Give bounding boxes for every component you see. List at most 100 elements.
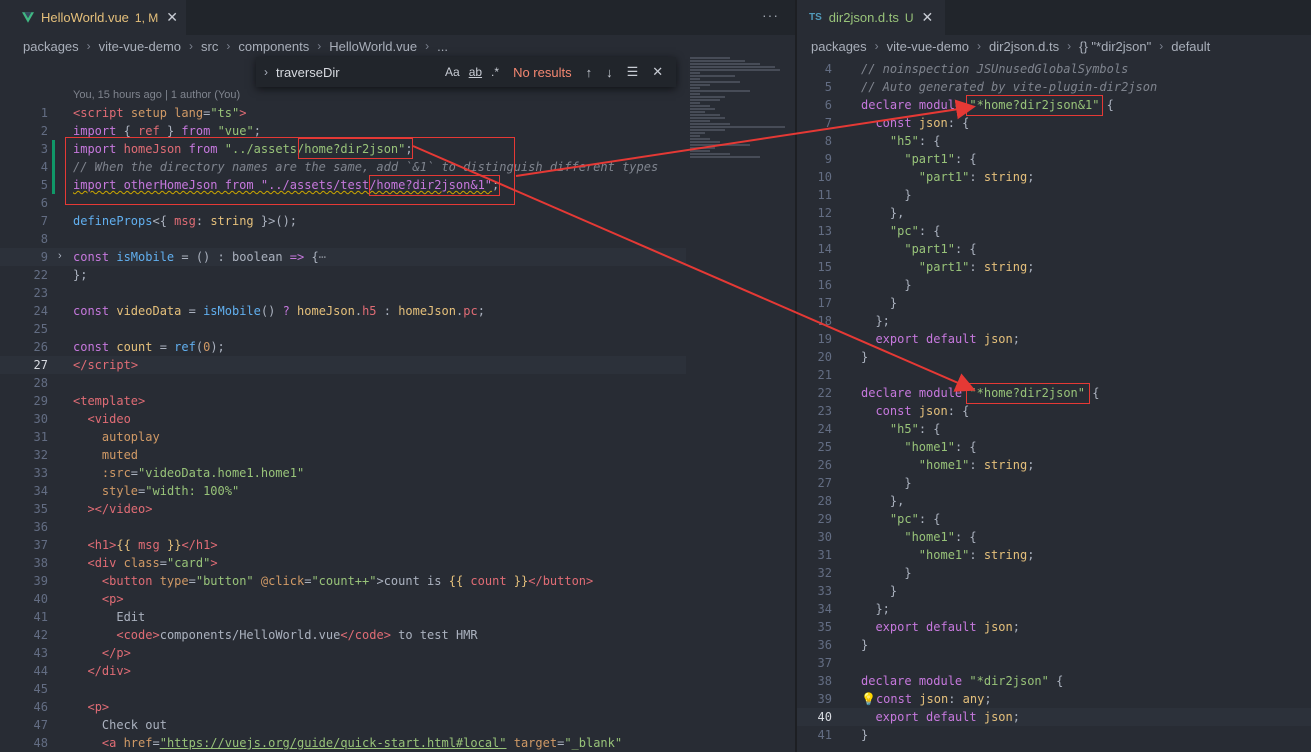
code-line[interactable]: 25 "home1": { xyxy=(797,438,1311,456)
code-line[interactable]: 16 } xyxy=(797,276,1311,294)
code-line[interactable]: 10 "part1": string; xyxy=(797,168,1311,186)
code-text: autoplay xyxy=(73,428,160,446)
more-actions-icon[interactable]: ··· xyxy=(762,7,779,23)
code-line[interactable]: 36 xyxy=(0,518,686,536)
code-line[interactable]: 47 Check out xyxy=(0,716,686,734)
code-line[interactable]: 8 "h5": { xyxy=(797,132,1311,150)
arrow-down-icon[interactable]: ↓ xyxy=(606,65,613,80)
minimap[interactable] xyxy=(686,57,786,177)
code-line[interactable]: 19 export default json; xyxy=(797,330,1311,348)
code-line[interactable]: 17 } xyxy=(797,294,1311,312)
code-line[interactable]: 13 "pc": { xyxy=(797,222,1311,240)
code-line[interactable]: 5 // Auto generated by vite-plugin-dir2js… xyxy=(797,78,1311,96)
code-line[interactable]: 42 <code>components/HelloWorld.vue</code… xyxy=(0,626,686,644)
code-line[interactable]: 26 const count = ref(0); xyxy=(0,338,686,356)
code-line[interactable]: 26 "home1": string; xyxy=(797,456,1311,474)
code-line[interactable]: 40 <p> xyxy=(0,590,686,608)
code-line[interactable]: 3 import homeJson from "../assets/home?di… xyxy=(0,140,686,158)
code-line[interactable]: 40 export default json; xyxy=(797,708,1311,726)
code-line[interactable]: 22 declare module "*home?dir2json" { xyxy=(797,384,1311,402)
code-line[interactable]: 38 <div class="card"> xyxy=(0,554,686,572)
code-line[interactable]: 1 <script setup lang="ts"> xyxy=(0,104,686,122)
code-line[interactable]: 28 xyxy=(0,374,686,392)
code-line[interactable]: 34 style="width: 100%" xyxy=(0,482,686,500)
code-text: :src="videoData.home1.home1" xyxy=(73,464,304,482)
code-line[interactable]: 9 "part1": { xyxy=(797,150,1311,168)
code-line[interactable]: 43 </p> xyxy=(0,644,686,662)
code-line[interactable]: 6 xyxy=(0,194,686,212)
line-number: 7 xyxy=(40,214,48,228)
code-line[interactable]: 29 "pc": { xyxy=(797,510,1311,528)
code-line[interactable]: 2 import { ref } from "vue"; xyxy=(0,122,686,140)
code-line[interactable]: 9 const isMobile = () : boolean => {⋯ xyxy=(0,248,686,266)
left-code-area[interactable]: 1 <script setup lang="ts"> 2 import { ref }… xyxy=(0,0,690,752)
match-word-toggle[interactable]: ab xyxy=(469,65,482,79)
code-line[interactable]: 15 "part1": string; xyxy=(797,258,1311,276)
close-icon[interactable]: ✕ xyxy=(652,64,663,80)
code-line[interactable]: 20} xyxy=(797,348,1311,366)
code-line[interactable]: 31 "home1": string; xyxy=(797,546,1311,564)
code-line[interactable]: 21 xyxy=(797,366,1311,384)
match-case-toggle[interactable]: Aa xyxy=(445,65,460,79)
code-line[interactable]: 4 // When the directory names are the sam… xyxy=(0,158,686,176)
code-line[interactable]: 44 </div> xyxy=(0,662,686,680)
code-line[interactable]: 7 defineProps<{ msg: string }>(); xyxy=(0,212,686,230)
code-line[interactable]: 11 } xyxy=(797,186,1311,204)
minimap-line xyxy=(690,57,730,59)
code-line[interactable]: 41 Edit xyxy=(0,608,686,626)
code-token: }} xyxy=(159,538,182,552)
code-line[interactable]: 7 const json: { xyxy=(797,114,1311,132)
code-line[interactable]: 24 const videoData = isMobile() ? homeJso… xyxy=(0,302,686,320)
code-line[interactable]: 23 const json: { xyxy=(797,402,1311,420)
code-line[interactable]: 32 muted xyxy=(0,446,686,464)
code-line[interactable]: 41} xyxy=(797,726,1311,744)
code-line[interactable]: 35 export default json; xyxy=(797,618,1311,636)
fold-chevron-icon[interactable]: › xyxy=(58,250,62,262)
find-input[interactable]: traverseDir xyxy=(276,65,436,80)
code-line[interactable]: 37 xyxy=(797,654,1311,672)
code-line[interactable]: 12 }, xyxy=(797,204,1311,222)
code-text: ></video> xyxy=(73,500,152,518)
code-line[interactable]: 33 :src="videoData.home1.home1" xyxy=(0,464,686,482)
code-line[interactable]: 22}; xyxy=(0,266,686,284)
code-line[interactable]: 37 <h1>{{ msg }}</h1> xyxy=(0,536,686,554)
code-line[interactable]: 38 declare module "*dir2json" { xyxy=(797,672,1311,690)
arrow-up-icon[interactable]: ↑ xyxy=(586,65,593,80)
code-line[interactable]: 5 import otherHomeJson from "../assets/te… xyxy=(0,176,686,194)
code-line[interactable]: 31 autoplay xyxy=(0,428,686,446)
code-line[interactable]: 27 } xyxy=(797,474,1311,492)
code-line[interactable]: 24 "h5": { xyxy=(797,420,1311,438)
code-line[interactable]: 23 xyxy=(0,284,686,302)
code-line[interactable]: 27 </script> xyxy=(0,356,686,374)
code-line[interactable]: 39 💡const json: any; xyxy=(797,690,1311,708)
code-line[interactable]: 4 // noinspection JSUnusedGlobalSymbols xyxy=(797,60,1311,78)
right-code-area[interactable]: 4 // noinspection JSUnusedGlobalSymbols 5 /… xyxy=(797,0,1311,752)
code-line[interactable]: 32 } xyxy=(797,564,1311,582)
code-line[interactable]: 34 }; xyxy=(797,600,1311,618)
code-line[interactable]: 18 }; xyxy=(797,312,1311,330)
regex-toggle[interactable]: .* xyxy=(491,65,499,79)
code-line[interactable]: 29 <template> xyxy=(0,392,686,410)
selection-icon[interactable]: ☰ xyxy=(627,64,639,80)
code-line[interactable]: 45 xyxy=(0,680,686,698)
code-line[interactable]: 30 <video xyxy=(0,410,686,428)
code-line[interactable]: 39 <button type="button" @click="count++… xyxy=(0,572,686,590)
code-line[interactable]: 36} xyxy=(797,636,1311,654)
code-line[interactable]: 8 xyxy=(0,230,686,248)
code-line[interactable]: 33 } xyxy=(797,582,1311,600)
code-token: default xyxy=(926,332,977,346)
chevron-right-icon[interactable]: › xyxy=(264,65,268,79)
code-line[interactable]: 35 ></video> xyxy=(0,500,686,518)
code-text: <script setup lang="ts"> xyxy=(73,104,246,122)
minimap-line xyxy=(690,141,720,143)
code-line[interactable]: 6 declare module "*home?dir2json&1" { xyxy=(797,96,1311,114)
code-line[interactable]: 28 }, xyxy=(797,492,1311,510)
code-line[interactable]: 30 "home1": { xyxy=(797,528,1311,546)
code-line[interactable]: 25 xyxy=(0,320,686,338)
code-text: <button type="button" @click="count++">c… xyxy=(73,572,593,590)
code-token: to test HMR xyxy=(390,628,478,642)
code-line[interactable]: 14 "part1": { xyxy=(797,240,1311,258)
code-line[interactable]: 46 <p> xyxy=(0,698,686,716)
code-line[interactable]: 48 <a href="https://vuejs.org/guide/quic… xyxy=(0,734,686,752)
